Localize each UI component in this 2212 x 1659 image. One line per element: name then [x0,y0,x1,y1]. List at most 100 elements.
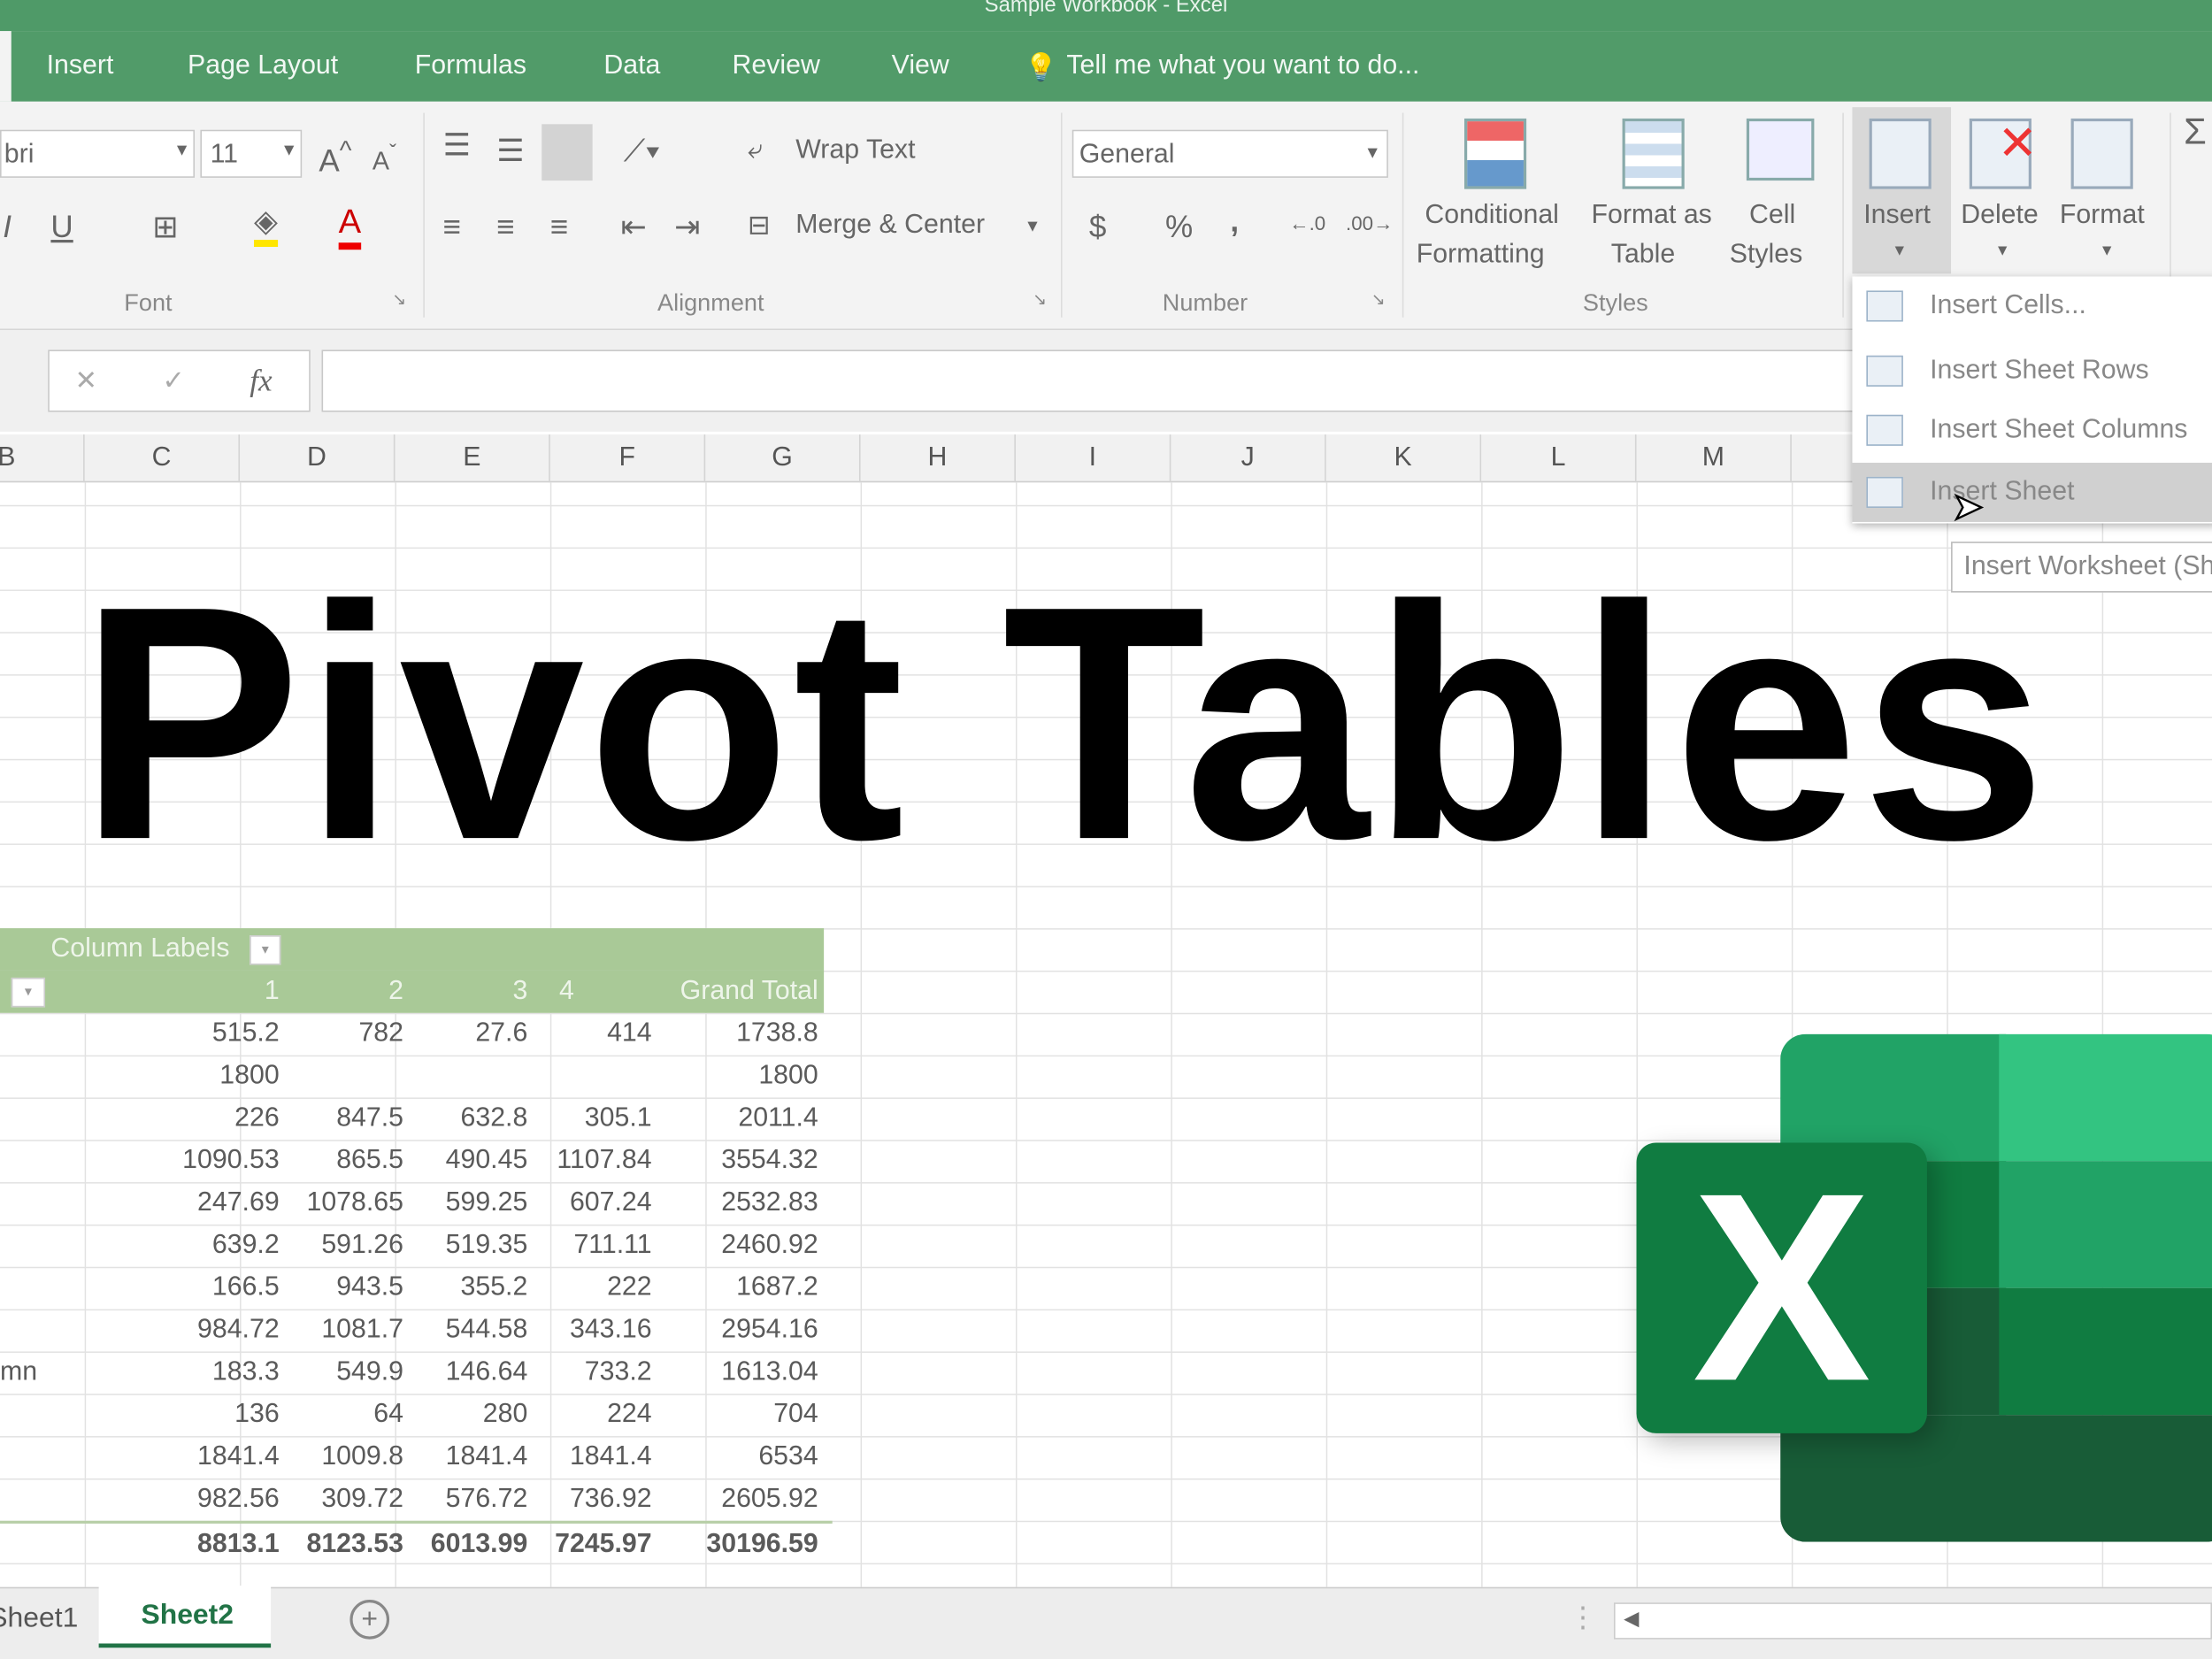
tab-page-layout[interactable]: Page Layout [188,50,338,81]
pivot-row-label[interactable] [0,1097,85,1140]
pivot-row-label[interactable] [0,1182,85,1225]
pivot-cell[interactable]: 1738.8 [670,1013,818,1056]
pivot-row-label[interactable] [0,1056,85,1098]
pivot-cell[interactable]: 2011.4 [670,1097,818,1140]
pivot-cell[interactable]: 736.92 [503,1479,652,1521]
scroll-left-icon[interactable]: ◀ [1624,1607,1639,1631]
pivot-cell[interactable]: 607.24 [503,1182,652,1225]
horizontal-scrollbar[interactable]: ◀ [1613,1602,2212,1640]
delete-button[interactable]: ✕ Delete ▼ [1961,107,2051,273]
underline-icon[interactable]: U [50,209,73,245]
pivot-cell[interactable]: 2460.92 [670,1225,818,1267]
menu-item-insert-sheet[interactable]: Insert Sheet [1852,462,2212,522]
pivot-row-label[interactable] [0,1267,85,1310]
pivot-cell[interactable]: 1107.84 [503,1140,651,1182]
tab-data[interactable]: Data [603,50,660,81]
column-header[interactable]: J [1171,434,1326,483]
cell-styles-button[interactable]: Cell Styles [1730,113,1837,282]
filter-dropdown-icon[interactable]: ▾ [250,935,281,965]
column-header[interactable]: K [1326,434,1482,483]
pivot-cell[interactable]: 733.2 [503,1351,652,1394]
percent-button[interactable]: % [1165,209,1193,245]
pivot-row-label[interactable] [0,1436,85,1479]
format-as-table-button[interactable]: Format as Table [1588,113,1724,282]
comma-button[interactable]: , [1230,204,1239,240]
format-button[interactable]: Format ▼ [2060,107,2159,273]
sheet-tab-sheet2[interactable]: Sheet2 [98,1586,272,1648]
tab-view[interactable]: View [892,50,949,81]
pivot-row-label[interactable] [0,1225,85,1267]
pivot-row-label[interactable] [0,1140,85,1182]
pivot-cell[interactable]: 2532.83 [670,1182,818,1225]
number-format-dropdown[interactable]: General ▼ [1071,129,1388,178]
file-tab-edge[interactable] [0,31,12,102]
increase-decimal-icon[interactable]: ←.0 [1289,211,1325,234]
pivot-cell[interactable]: 6534 [670,1436,818,1479]
sheet-tab-sheet1[interactable]: Sheet1 [0,1602,78,1635]
pivot-row-label[interactable] [0,1394,85,1436]
dialog-launcher-icon[interactable]: ↘ [392,289,406,309]
column-header[interactable]: H [861,434,1016,483]
align-left-icon[interactable]: ≡ [443,209,461,245]
pivot-cell[interactable]: 414 [503,1013,652,1056]
pivot-cell[interactable]: 2605.92 [670,1479,818,1521]
dialog-launcher-icon[interactable]: ↘ [1371,289,1386,309]
insert-button[interactable]: Insert ▼ [1852,107,1952,274]
pivot-cell[interactable]: 3554.32 [670,1140,818,1182]
pivot-cell[interactable]: 222 [503,1267,652,1310]
column-header[interactable]: G [705,434,861,483]
pivot-cell[interactable] [503,1056,651,1098]
autosum-icon[interactable]: Σ [2184,110,2207,153]
align-top-icon[interactable]: ☰ [443,127,471,163]
fill-color-icon[interactable]: ◈ [253,204,278,248]
pivot-row-label[interactable] [0,1310,85,1352]
enter-icon[interactable]: ✓ [162,365,184,398]
pivot-cell[interactable]: 30196.59 [670,1524,818,1566]
borders-icon[interactable]: ⊞ [152,209,178,245]
decrease-indent-icon[interactable]: ⇤ [621,209,647,245]
currency-button[interactable]: $ [1089,209,1107,245]
column-header[interactable]: B [0,434,85,483]
column-header[interactable]: L [1481,434,1637,483]
pivot-row-label[interactable]: mn [0,1351,85,1394]
pivot-row-label[interactable] [0,1479,85,1521]
pivot-cell[interactable]: 711.11 [503,1225,651,1267]
italic-icon[interactable]: I [3,209,12,245]
menu-item-insert-sheet-rows[interactable]: Insert Sheet Rows [1852,342,2212,401]
align-middle-icon[interactable]: ☰ [496,133,524,169]
pivot-cell[interactable]: 1841.4 [503,1436,652,1479]
splitter-handle[interactable]: ⋮ [1569,1600,1597,1635]
font-color-icon[interactable]: A [338,204,362,250]
pivot-cell[interactable]: 343.16 [503,1310,652,1352]
menu-item-insert-sheet-columns[interactable]: Insert Sheet Columns [1852,401,2212,460]
column-header[interactable]: E [395,434,550,483]
tab-review[interactable]: Review [732,50,819,81]
tab-formulas[interactable]: Formulas [415,50,526,81]
pivot-cell[interactable]: 1613.04 [670,1351,818,1394]
pivot-cell[interactable]: 1800 [670,1056,818,1098]
tab-insert[interactable]: Insert [47,50,114,81]
decrease-decimal-icon[interactable]: .00→ [1346,211,1393,234]
column-header[interactable]: I [1016,434,1171,483]
insert-function-icon[interactable]: fx [250,363,272,399]
column-header[interactable]: M [1637,434,1792,483]
align-center-icon[interactable]: ≡ [496,209,514,245]
cancel-icon[interactable]: ✕ [75,365,97,398]
add-sheet-button[interactable]: + [349,1600,390,1640]
align-right-icon[interactable]: ≡ [550,209,568,245]
pivot-row-label[interactable] [0,1013,85,1056]
pivot-cell[interactable]: 224 [503,1394,652,1436]
font-size-box[interactable]: 11 ▼ [200,129,303,178]
column-header[interactable]: C [85,434,241,483]
grow-font-icon[interactable]: A^ [319,135,351,180]
pivot-cell[interactable]: 704 [670,1394,818,1436]
row-filter-dropdown-icon[interactable]: ▾ [11,977,46,1008]
pivot-cell[interactable]: 7245.97 [503,1524,652,1566]
shrink-font-icon[interactable]: Aˇ [373,141,396,176]
dialog-launcher-icon[interactable]: ↘ [1033,289,1047,309]
pivot-cell[interactable]: 2954.16 [670,1310,818,1352]
column-header[interactable]: D [240,434,396,483]
orientation-icon[interactable]: ⟋▾ [624,133,661,169]
column-header[interactable]: F [550,434,706,483]
menu-item-insert-cells[interactable]: Insert Cells... [1852,277,2212,336]
